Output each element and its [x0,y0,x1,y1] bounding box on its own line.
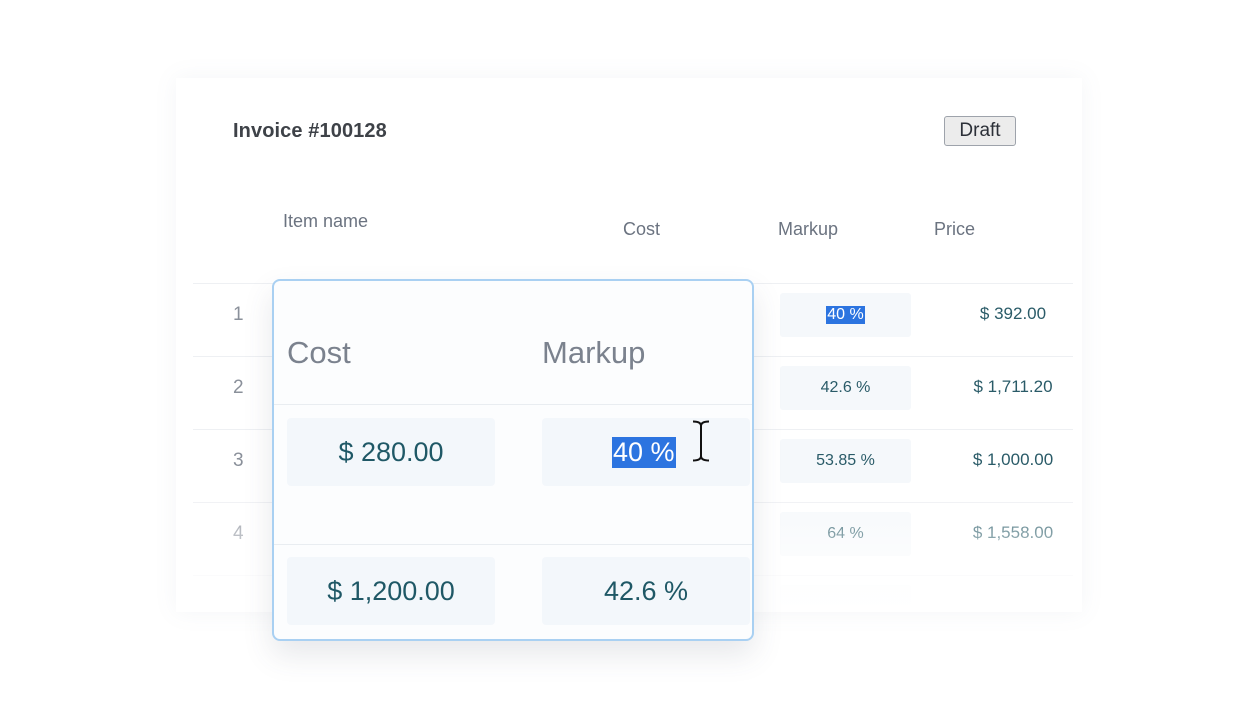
markup-input[interactable]: 53.85 % [780,439,911,483]
column-header-markup: Markup [778,219,839,239]
zoom-markup-field[interactable]: 42.6 % [542,557,750,625]
price-value: $ 1,558.00 [972,523,1054,542]
draft-status-button[interactable]: Draft [944,116,1016,146]
zoom-callout: Cost Markup $ 280.00 40 % $ 1,200.00 42.… [272,279,754,641]
column-header-price: Price [934,219,976,239]
column-header-cost: Cost [623,219,661,239]
price-value: $ 392.00 [979,304,1047,323]
markup-input[interactable]: 64 % [780,512,911,556]
divider [274,404,752,405]
zoom-markup-field[interactable]: 40 % [542,418,750,486]
invoice-title: Invoice #100128 [233,120,387,142]
zoom-header-markup: Markup [542,335,646,370]
zoom-cost-field[interactable]: $ 280.00 [287,418,495,486]
markup-input[interactable]: 42.6 % [780,366,911,410]
selected-text: 40 % [826,306,865,324]
row-number: 2 [233,377,244,398]
text-cursor-icon [692,420,710,462]
zoom-selected-text: 40 % [612,436,676,468]
markup-input[interactable] [780,585,911,612]
zoom-header-cost: Cost [287,335,351,370]
price-value: $ 1,711.20 [973,377,1053,396]
divider [274,544,752,545]
row-number: 3 [233,450,244,471]
row-number: 4 [233,523,244,544]
zoom-cost-field[interactable]: $ 1,200.00 [287,557,495,625]
row-number: 1 [233,304,244,325]
price-value: $ 1,000.00 [972,450,1054,469]
markup-input[interactable]: 40 % [780,293,911,337]
column-header-item-name: Item name [283,211,369,231]
